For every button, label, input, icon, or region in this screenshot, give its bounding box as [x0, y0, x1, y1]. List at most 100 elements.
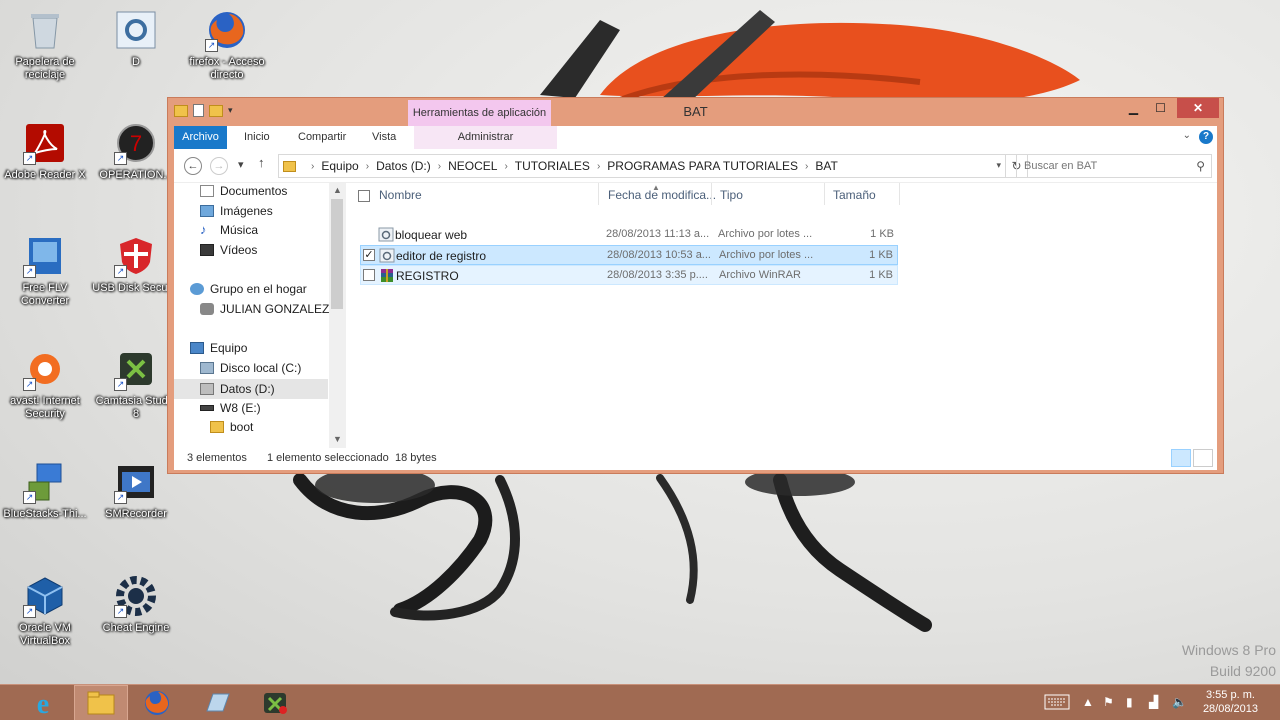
- file-row[interactable]: bloquear web 28/08/2013 11:13 a... Archi…: [360, 225, 898, 245]
- breadcrumb-item[interactable]: NEOCEL: [448, 159, 497, 173]
- desktop-icon-firefox[interactable]: ↗ firefox - Acceso directo: [182, 8, 272, 82]
- search-input[interactable]: Buscar en BAT ⚲: [1016, 154, 1212, 178]
- network-icon[interactable]: ▟: [1149, 695, 1158, 709]
- column-header-nombre[interactable]: Nombre: [379, 188, 422, 202]
- file-date: 28/08/2013 10:53 a...: [607, 249, 711, 261]
- breadcrumb-item[interactable]: Datos (D:): [376, 159, 431, 173]
- batch-file-icon: [379, 248, 395, 263]
- row-checkbox[interactable]: [363, 269, 375, 281]
- minimize-button[interactable]: ▁: [1120, 98, 1147, 118]
- music-icon: ♪: [200, 222, 207, 237]
- nav-item-w8-e[interactable]: W8 (E:): [200, 401, 261, 415]
- nav-item-videos[interactable]: Vídeos: [200, 243, 257, 257]
- clock[interactable]: 3:55 p. m. 28/08/2013: [1203, 688, 1258, 716]
- keyboard-icon[interactable]: [1044, 694, 1070, 713]
- power-icon[interactable]: ▮: [1126, 695, 1133, 709]
- content-area: Documentos Imágenes ♪ Música Vídeos Grup…: [174, 183, 1217, 448]
- back-button[interactable]: ←: [184, 157, 202, 175]
- nav-pane-scrollbar[interactable]: ▲ ▼: [329, 183, 346, 448]
- file-size: 1 KB: [870, 228, 894, 240]
- forward-button[interactable]: →: [210, 157, 228, 175]
- nav-item-disco-c[interactable]: Disco local (C:): [200, 361, 301, 375]
- address-bar[interactable]: › Equipo › Datos (D:) › NEOCEL › TUTORIALES…: [278, 154, 1006, 178]
- desktop-icon-bluestacks[interactable]: ↗ BlueStacks-Thi...: [0, 460, 90, 521]
- taskbar-app-2[interactable]: [190, 685, 244, 720]
- nav-item-label: Disco local (C:): [220, 361, 302, 375]
- winrar-file-icon: [379, 268, 395, 283]
- nav-item-musica[interactable]: ♪ Música: [200, 223, 258, 237]
- taskbar-internet-explorer[interactable]: e: [16, 685, 70, 720]
- breadcrumb-item[interactable]: Equipo: [321, 159, 358, 173]
- desktop-icon-cheat-engine[interactable]: ↗ Cheat Engine: [91, 574, 181, 635]
- tab-vista[interactable]: Vista: [362, 126, 406, 149]
- taskbar-file-explorer[interactable]: [74, 685, 128, 720]
- taskbar-firefox[interactable]: [130, 685, 184, 720]
- breadcrumb: › Equipo › Datos (D:) › NEOCEL › TUTORIALES…: [311, 159, 838, 173]
- title-bar[interactable]: ▾ Herramientas de aplicación BAT ▁ ☐ ✕: [168, 98, 1223, 126]
- desktop-icon-label: D: [132, 56, 140, 68]
- camtasia-recorder-icon: [264, 693, 287, 714]
- desktop-icon-recycle-bin[interactable]: Papelera de reciclaje: [0, 8, 90, 82]
- column-header-tamano[interactable]: Tamaño: [833, 188, 876, 202]
- gear-icon: [114, 8, 158, 52]
- nav-item-equipo[interactable]: Equipo: [190, 341, 247, 355]
- search-icon: ⚲: [1196, 159, 1205, 173]
- nav-item-grupo-hogar[interactable]: Grupo en el hogar: [190, 282, 307, 296]
- desktop-icon-d[interactable]: D: [91, 8, 181, 69]
- nav-item-boot[interactable]: boot: [210, 420, 253, 434]
- row-checkbox[interactable]: ✓: [363, 249, 375, 261]
- volume-icon[interactable]: 🔈: [1172, 695, 1187, 709]
- nav-item-imagenes[interactable]: Imágenes: [200, 204, 273, 218]
- help-icon[interactable]: ?: [1199, 130, 1213, 144]
- maximize-button[interactable]: ☐: [1147, 98, 1174, 118]
- chevron-down-icon[interactable]: ▾: [996, 160, 1001, 171]
- breadcrumb-item[interactable]: PROGRAMAS PARA TUTORIALES: [607, 159, 798, 173]
- desktop-icon-free-flv[interactable]: ↗ Free FLV Converter: [0, 234, 90, 308]
- nav-item-user[interactable]: JULIAN GONZALEZ: [200, 302, 329, 316]
- scrollbar-thumb[interactable]: [331, 199, 343, 309]
- action-center-icon[interactable]: ⚑: [1103, 695, 1114, 709]
- tab-administrar[interactable]: Administrar: [414, 126, 557, 149]
- recent-locations-icon[interactable]: ▾: [238, 158, 244, 171]
- videos-icon: [200, 244, 214, 256]
- ribbon-expand-icon[interactable]: ⌄: [1183, 130, 1191, 141]
- scroll-up-icon[interactable]: ▲: [329, 185, 346, 195]
- file-date: 28/08/2013 3:35 p....: [607, 269, 708, 281]
- navigation-bar: ← → ▾ ↑ › Equipo › Datos (D:) › NEOCEL › TU…: [174, 149, 1217, 183]
- status-selection: 1 elemento seleccionado: [267, 452, 389, 464]
- desktop-icon-virtualbox[interactable]: ↗ Oracle VM VirtualBox: [0, 574, 90, 648]
- taskbar-camtasia-recorder[interactable]: [248, 685, 302, 720]
- breadcrumb-item[interactable]: TUTORIALES: [515, 159, 590, 173]
- file-row[interactable]: ✓ editor de registro 28/08/2013 10:53 a.…: [360, 245, 898, 265]
- desktop-icon-label: avast! Internet Security: [10, 395, 80, 420]
- select-all-checkbox[interactable]: [358, 190, 370, 202]
- desktop-icon-adobe-reader[interactable]: ↗ Adobe Reader X: [0, 121, 90, 182]
- up-button[interactable]: ↑: [258, 155, 265, 170]
- tab-compartir[interactable]: Compartir: [288, 126, 356, 149]
- navigation-pane: Documentos Imágenes ♪ Música Vídeos Grup…: [174, 183, 344, 448]
- desktop-icon-label: BlueStacks-Thi...: [3, 508, 87, 520]
- file-size: 1 KB: [869, 249, 893, 261]
- file-type: Archivo por lotes ...: [719, 249, 814, 261]
- nav-item-label: Imágenes: [220, 204, 273, 218]
- column-header-fecha[interactable]: Fecha de modifica...: [608, 188, 716, 202]
- file-name: REGISTRO: [396, 269, 459, 283]
- folder-icon: [87, 691, 115, 715]
- column-header-tipo[interactable]: Tipo: [720, 188, 743, 202]
- nav-item-datos-d[interactable]: Datos (D:): [174, 379, 328, 399]
- breadcrumb-item[interactable]: BAT: [815, 159, 837, 173]
- nav-item-label: W8 (E:): [220, 401, 261, 415]
- desktop-icon-avast[interactable]: ↗ avast! Internet Security: [0, 347, 90, 421]
- tab-archivo[interactable]: Archivo: [174, 126, 227, 149]
- scroll-down-icon[interactable]: ▼: [329, 434, 346, 444]
- tab-inicio[interactable]: Inicio: [234, 126, 280, 149]
- clock-time: 3:55 p. m.: [1206, 689, 1255, 701]
- operation-icon: 7 ↗: [114, 121, 158, 165]
- nav-item-label: Música: [220, 223, 259, 237]
- close-button[interactable]: ✕: [1177, 98, 1219, 118]
- details-view-button[interactable]: [1171, 449, 1191, 467]
- nav-item-documentos[interactable]: Documentos: [200, 184, 287, 198]
- file-row[interactable]: REGISTRO 28/08/2013 3:35 p.... Archivo W…: [360, 265, 898, 285]
- show-hidden-icons-icon[interactable]: ▲: [1082, 695, 1094, 709]
- large-icons-view-button[interactable]: [1193, 449, 1213, 467]
